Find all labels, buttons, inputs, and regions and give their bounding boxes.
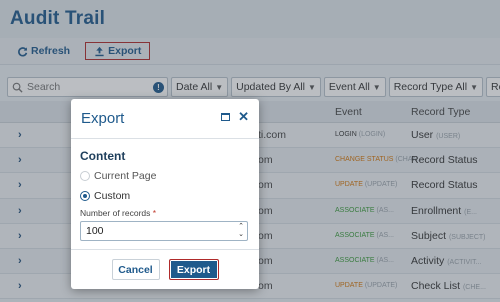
dialog-body: Content Current Page Custom Number of re… — [71, 139, 259, 241]
number-of-records-input[interactable] — [86, 225, 216, 237]
option-custom[interactable]: Custom — [80, 190, 250, 202]
dialog-header: Export ✕ — [71, 99, 259, 139]
stepper-up-icon[interactable]: ⌃ — [238, 223, 244, 231]
number-of-records-label: Number of records * — [80, 208, 250, 218]
dialog-footer: Cancel Export — [71, 249, 259, 289]
option-current-page[interactable]: Current Page — [80, 170, 250, 182]
close-icon[interactable]: ✕ — [238, 110, 249, 123]
number-of-records-field: ⌃ ⌄ — [80, 221, 248, 241]
dialog-header-icons: ✕ — [221, 110, 249, 123]
export-button[interactable]: Export — [168, 259, 219, 280]
stepper-down-icon[interactable]: ⌄ — [238, 231, 244, 239]
content-section-title: Content — [80, 149, 126, 163]
export-dialog: Export ✕ Content Current Page Custom Num… — [71, 99, 259, 289]
required-mark: * — [152, 208, 157, 218]
current-page-label: Current Page — [94, 170, 157, 182]
number-of-records-text: Number of records — [80, 208, 151, 218]
maximize-icon[interactable] — [221, 113, 231, 121]
custom-label: Custom — [94, 190, 131, 202]
current-page-radio[interactable] — [80, 171, 90, 181]
dialog-title: Export — [81, 110, 125, 127]
cancel-button[interactable]: Cancel — [111, 259, 160, 280]
quantity-stepper[interactable]: ⌃ ⌄ — [238, 223, 244, 239]
custom-radio[interactable] — [80, 191, 90, 201]
